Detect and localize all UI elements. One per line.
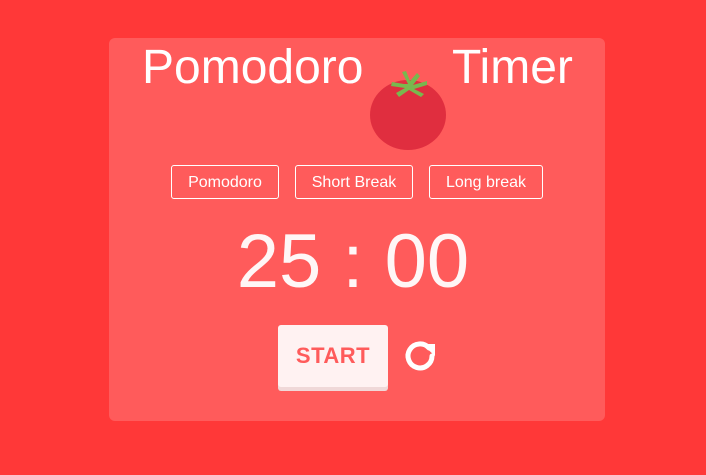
reset-button[interactable] [401, 337, 439, 375]
reset-icon [405, 341, 435, 371]
pomodoro-app: Pomodoro Timer Pomodoro Short Break Long… [0, 0, 706, 475]
title-left-word: Pomodoro [142, 41, 364, 94]
title-right-word: Timer [452, 41, 573, 94]
mode-long-break-button[interactable]: Long break [429, 165, 543, 199]
mode-short-break-button[interactable]: Short Break [295, 165, 413, 199]
timer-display: 25 : 00 [236, 219, 470, 304]
tomato-icon [370, 71, 446, 150]
start-button[interactable]: START [278, 325, 388, 387]
mode-pomodoro-button[interactable]: Pomodoro [171, 165, 279, 199]
